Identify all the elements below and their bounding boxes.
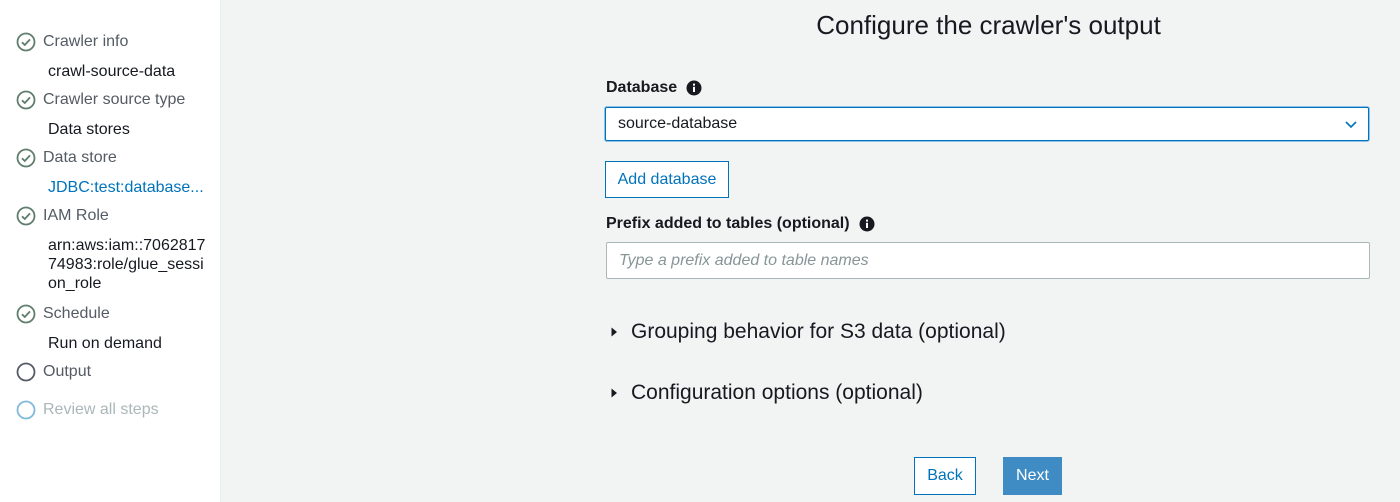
step-schedule[interactable]: Schedule bbox=[16, 304, 110, 324]
check-circle-icon bbox=[16, 148, 36, 168]
database-label: Database bbox=[606, 79, 678, 96]
add-database-button[interactable]: Add database bbox=[605, 161, 729, 198]
page-title: Configure the crawler's output bbox=[816, 10, 1161, 40]
prefix-label: Prefix added to tables (optional) bbox=[606, 215, 850, 232]
back-button[interactable]: Back bbox=[914, 457, 976, 495]
circle-icon bbox=[16, 362, 36, 382]
step-detail: Data stores bbox=[48, 121, 130, 138]
step-review-all-steps: Review all steps bbox=[16, 400, 159, 420]
data-store-link[interactable]: JDBC:test:database... bbox=[48, 178, 210, 197]
next-button[interactable]: Next bbox=[1003, 457, 1062, 495]
step-title: Schedule bbox=[43, 305, 110, 322]
table-prefix-input[interactable] bbox=[606, 242, 1370, 279]
expander-label: Configuration options (optional) bbox=[631, 381, 923, 404]
database-label-row: Database bbox=[606, 79, 702, 97]
chevron-down-icon bbox=[1345, 121, 1357, 129]
circle-icon bbox=[16, 400, 36, 420]
info-icon[interactable] bbox=[686, 80, 702, 96]
check-circle-icon bbox=[16, 206, 36, 226]
step-detail: crawl-source-data bbox=[48, 63, 176, 80]
step-title: Review all steps bbox=[43, 401, 159, 418]
check-circle-icon bbox=[16, 90, 36, 110]
step-title: Crawler info bbox=[43, 33, 129, 50]
step-output[interactable]: Output bbox=[16, 362, 91, 382]
caret-right-icon bbox=[611, 388, 617, 398]
step-title: Crawler source type bbox=[43, 91, 186, 108]
info-icon[interactable] bbox=[859, 216, 875, 232]
check-circle-icon bbox=[16, 32, 36, 52]
check-circle-icon bbox=[16, 304, 36, 324]
step-title: Data store bbox=[43, 149, 117, 166]
caret-right-icon bbox=[611, 327, 617, 337]
step-title: IAM Role bbox=[43, 207, 109, 224]
grouping-behavior-expander[interactable]: Grouping behavior for S3 data (optional) bbox=[610, 320, 1006, 344]
step-iam-role[interactable]: IAM Role bbox=[16, 206, 109, 226]
wizard-steps-sidebar: Crawler info crawl-source-data Crawler s… bbox=[0, 0, 221, 502]
configuration-options-expander[interactable]: Configuration options (optional) bbox=[610, 381, 923, 405]
step-detail: Run on demand bbox=[48, 335, 162, 352]
step-crawler-info[interactable]: Crawler info bbox=[16, 32, 128, 52]
database-select[interactable]: source-database bbox=[605, 107, 1369, 141]
database-select-value: source-database bbox=[618, 115, 738, 132]
step-crawler-source-type[interactable]: Crawler source type bbox=[16, 90, 185, 110]
step-title: Output bbox=[43, 363, 92, 380]
prefix-label-row: Prefix added to tables (optional) bbox=[606, 215, 875, 233]
step-detail: arn:aws:iam::706281774983:role/glue_sess… bbox=[48, 237, 206, 292]
expander-label: Grouping behavior for S3 data (optional) bbox=[631, 320, 1006, 343]
step-data-store[interactable]: Data store bbox=[16, 148, 117, 168]
